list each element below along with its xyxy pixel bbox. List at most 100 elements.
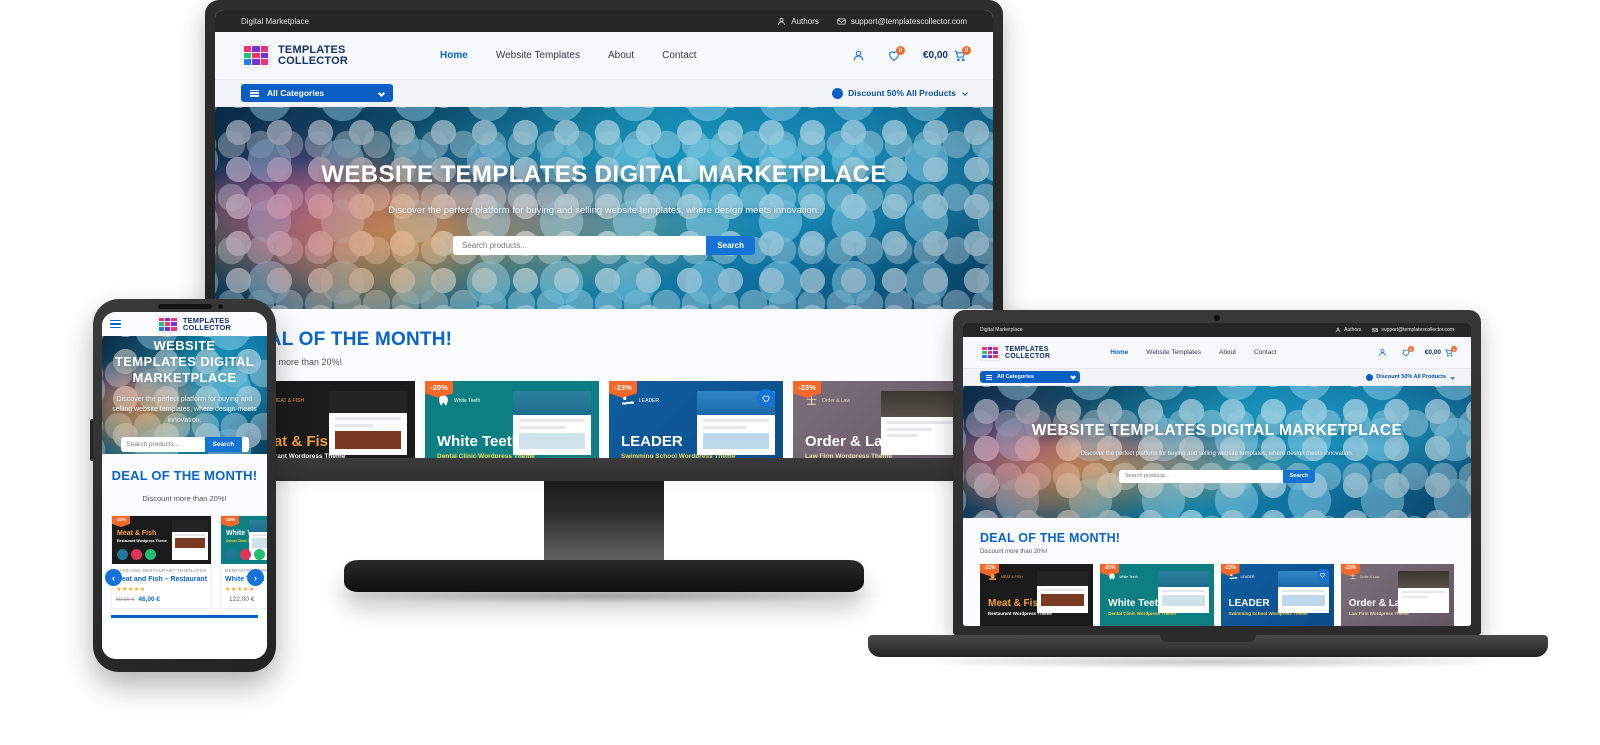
authors-link[interactable]: Authors	[777, 17, 819, 26]
meat-logo-icon	[989, 574, 996, 580]
cart-total: €0,00	[922, 50, 948, 61]
laptop-screen: Digital Marketplace Authors support@temp…	[963, 323, 1471, 626]
hero-banner: WEBSITE TEMPLATES DIGITAL MARKETPLACE Di…	[215, 107, 993, 309]
user-icon	[1335, 327, 1341, 333]
product-card-list: -22% MEAT & FISH Meat & Fish Restaurant …	[980, 564, 1454, 626]
site-logo[interactable]: TEMPLATES COLLECTOR	[156, 315, 231, 333]
phone-speaker-icon	[157, 304, 212, 309]
product-card-order-and-law[interactable]: -23% Order & Law Order & Law Law Firm Wo…	[1340, 564, 1454, 626]
nav-item-about[interactable]: About	[608, 50, 634, 61]
cart-button[interactable]: €0,00 0	[922, 46, 971, 62]
site-logo[interactable]: TEMPLATES COLLECTOR	[241, 43, 349, 68]
main-navigation: Home Website Templates About Contact	[440, 50, 697, 61]
hero-title: WEBSITE TEMPLATES DIGITAL MARKETPLACE	[1031, 421, 1403, 439]
main-header: TEMPLATES COLLECTOR Home Website Templat…	[963, 337, 1471, 368]
top-bar: Digital Marketplace Authors support@temp…	[963, 323, 1471, 337]
nav-item-about[interactable]: About	[1219, 349, 1236, 356]
nav-item-website-templates[interactable]: Website Templates	[1146, 349, 1201, 356]
product-card-meat-and-fish[interactable]: -22% Meat & Fish Restaurant Wordpress Th…	[111, 515, 213, 609]
hero-subtitle: Discover the perfect platform for buying…	[112, 395, 257, 425]
site-logo[interactable]: TEMPLATES COLLECTOR	[980, 344, 1051, 361]
product-brand-logo: LEADER	[621, 395, 659, 406]
all-categories-button[interactable]: All Categories	[241, 84, 393, 102]
discount-link[interactable]: Discount 50% All Products	[832, 87, 968, 99]
search-input[interactable]	[120, 437, 205, 453]
product-card-list: -22% MEAT & FISH Meat & Fish Restaurant …	[241, 381, 967, 458]
product-card-white-teeth[interactable]: -20% White Teeth White Teeth Dental Clin…	[425, 381, 599, 458]
product-brand-logo: White Teeth	[437, 395, 480, 406]
search-input[interactable]	[453, 236, 707, 255]
discount-label: Discount 50% All Products	[848, 88, 956, 98]
search-button[interactable]: Search	[706, 236, 755, 255]
product-logo-text: LEADER	[639, 397, 660, 404]
envelope-icon	[837, 18, 846, 24]
deal-subheading: Discount more than 20%!	[980, 549, 1048, 555]
chevron-down-icon	[377, 89, 386, 97]
nav-item-contact[interactable]: Contact	[1254, 349, 1276, 356]
user-icon	[778, 17, 786, 25]
product-brand-logo: Order & Law	[1349, 573, 1379, 580]
product-card-leader[interactable]: -23% LEADER LEADER Swimming School Wordp…	[609, 381, 783, 458]
wishlist-count-badge: 0	[895, 46, 905, 55]
product-preview-thumbnail	[1398, 571, 1449, 613]
all-categories-button[interactable]: All Categories	[980, 371, 1080, 383]
product-card-white-teeth[interactable]: -20% White Teeth Dental Clinic Wordpress…	[220, 515, 267, 609]
authors-link[interactable]: Authors	[1335, 327, 1361, 333]
logo-line-2: COLLECTOR	[1005, 352, 1051, 360]
product-title: LEADER	[1228, 598, 1270, 609]
header-actions: 0 €0,00 0	[852, 46, 971, 62]
product-brand-logo: White Teeth	[1108, 573, 1138, 580]
account-button[interactable]	[852, 49, 865, 62]
search-button[interactable]: Search	[1282, 469, 1315, 483]
carousel-prev-button[interactable]: ‹	[105, 569, 122, 586]
deal-subheading: Discount more than 20%!	[142, 494, 227, 503]
laptop-lid: Digital Marketplace Authors support@temp…	[953, 310, 1481, 635]
product-logo-text: LEADER	[1240, 574, 1255, 579]
chevron-down-icon	[962, 90, 968, 96]
wishlist-button[interactable]: 0	[1401, 346, 1414, 357]
product-title: White Teeth	[1108, 598, 1165, 609]
carousel-next-button[interactable]: ›	[247, 569, 264, 586]
swimmer-logo-icon	[1229, 574, 1237, 580]
deal-section: DEAL OF THE MONTH! Discount more than 20…	[102, 454, 267, 618]
support-email-text: support@templatescollector.com	[1381, 327, 1454, 333]
discount-link[interactable]: Discount 50% All Products	[1366, 373, 1455, 381]
logo-line-2: COLLECTOR	[278, 54, 349, 67]
mobile-menu-icon[interactable]	[110, 319, 121, 329]
support-email-text: support@templatescollector.com	[850, 16, 967, 26]
hero-subtitle: Discover the perfect platform for buying…	[388, 205, 820, 216]
top-bar: Digital Marketplace Authors support@temp…	[215, 10, 993, 32]
account-button[interactable]	[1378, 348, 1387, 357]
discount-badge-icon	[1366, 373, 1374, 381]
product-category: CAFE AND RESTAURANT TEMPLATES	[116, 568, 207, 573]
search-input[interactable]	[1119, 469, 1283, 483]
support-email-link[interactable]: support@templatescollector.com	[837, 17, 967, 26]
nav-item-contact[interactable]: Contact	[662, 50, 696, 61]
mobile-header: TEMPLATES COLLECTOR	[102, 312, 267, 336]
nav-item-home[interactable]: Home	[1110, 349, 1128, 356]
woocommerce-icon	[254, 549, 266, 560]
all-categories-label: All Categories	[267, 88, 325, 98]
support-email-link[interactable]: support@templatescollector.com	[1372, 327, 1454, 333]
product-brand-logo: LEADER	[1229, 573, 1255, 580]
nav-item-website-templates[interactable]: Website Templates	[496, 50, 580, 61]
wishlist-button[interactable]: 0	[887, 46, 905, 62]
user-account-icon	[853, 50, 864, 61]
nav-item-home[interactable]: Home	[440, 50, 468, 61]
add-to-wishlist-button[interactable]	[757, 389, 775, 407]
woocommerce-icon	[145, 549, 156, 560]
product-card-meat-and-fish[interactable]: -22% MEAT & FISH Meat & Fish Restaurant …	[980, 564, 1094, 626]
site-tagline: Digital Marketplace	[980, 327, 1023, 333]
discount-badge-icon	[832, 87, 844, 99]
cart-count-badge: 0	[962, 46, 971, 55]
search-button[interactable]: Search	[204, 437, 243, 453]
add-to-wishlist-button[interactable]	[1316, 569, 1329, 581]
cart-button[interactable]: €0,00 0	[1425, 346, 1457, 357]
product-card-white-teeth[interactable]: -20% White Teeth White Teeth Dental Clin…	[1100, 564, 1214, 626]
wordpress-icon	[117, 549, 128, 560]
product-price: 122,00 €	[225, 596, 267, 603]
product-card-leader[interactable]: -23% LEADER LEADER Swimming School Wordp…	[1220, 564, 1334, 626]
header-actions: 0 €0,00 0	[1378, 346, 1457, 357]
product-name[interactable]: Meat and Fish – Restaurant	[116, 576, 207, 583]
device-mockup-stage: Digital Marketplace Authors support@temp…	[0, 0, 1600, 745]
